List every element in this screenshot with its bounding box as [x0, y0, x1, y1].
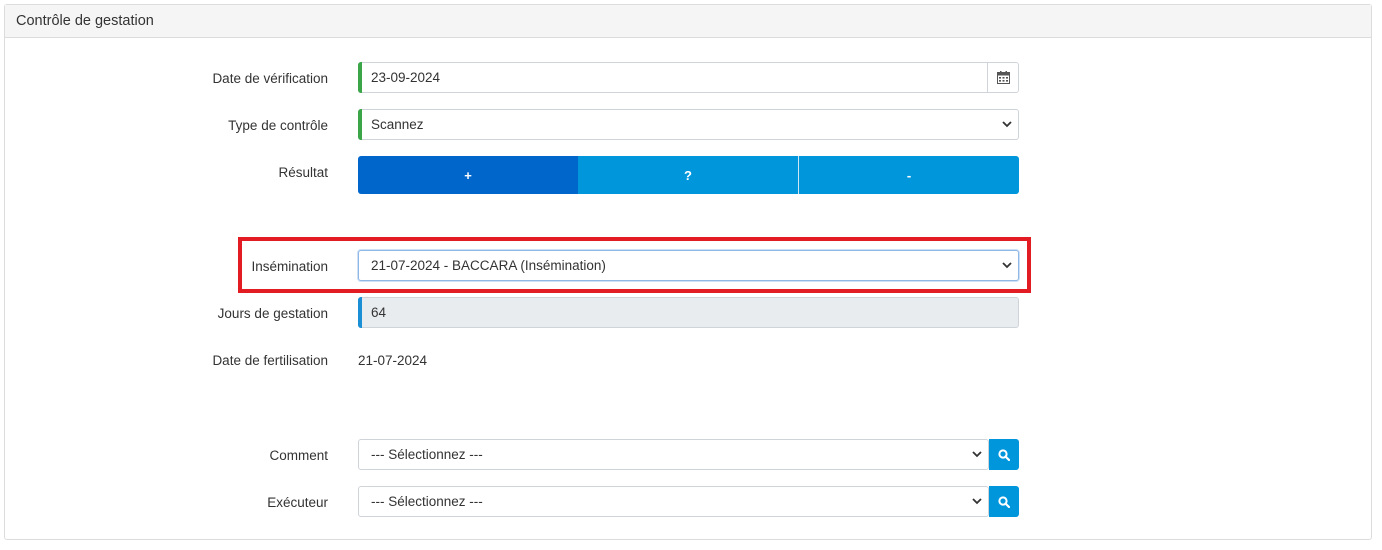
verification-date-field[interactable]: 23-09-2024	[358, 62, 1019, 93]
verification-date-value[interactable]: 23-09-2024	[359, 70, 987, 85]
comment-select[interactable]: --- Sélectionnez ---	[358, 439, 989, 470]
chevron-down-icon	[996, 119, 1018, 131]
gestation-days-label: Jours de gestation	[217, 306, 328, 321]
control-type-label: Type de contrôle	[228, 118, 328, 133]
result-button-group: + ? -	[358, 156, 1019, 194]
calendar-icon[interactable]	[987, 63, 1018, 92]
chevron-down-icon	[966, 449, 988, 461]
search-icon	[998, 495, 1010, 508]
fertilisation-date-label: Date de fertilisation	[212, 353, 328, 368]
executor-label: Exécuteur	[267, 495, 328, 510]
insemination-value: 21-07-2024 - BACCARA (Insémination)	[371, 258, 606, 273]
valid-marker	[358, 62, 362, 93]
chevron-down-icon	[966, 496, 988, 508]
result-uncertain-button[interactable]: ?	[578, 156, 798, 194]
gestation-days-field: 64	[358, 297, 1019, 328]
comment-search-button[interactable]	[989, 439, 1019, 470]
control-type-value: Scannez	[371, 117, 424, 132]
insemination-label: Insémination	[251, 259, 328, 274]
comment-value: --- Sélectionnez ---	[371, 447, 483, 462]
comment-label: Comment	[269, 448, 328, 463]
valid-marker	[358, 109, 362, 140]
gestation-days-value: 64	[371, 305, 387, 320]
insemination-select[interactable]: 21-07-2024 - BACCARA (Insémination)	[358, 250, 1019, 281]
chevron-down-icon	[996, 260, 1018, 272]
control-type-select[interactable]: Scannez	[358, 109, 1019, 140]
executor-value: --- Sélectionnez ---	[371, 494, 483, 509]
verification-date-label: Date de vérification	[212, 71, 328, 86]
result-negative-button[interactable]: -	[798, 156, 1019, 194]
panel-title: Contrôle de gestation	[5, 5, 1371, 38]
search-icon	[998, 448, 1010, 461]
fertilisation-date-value: 21-07-2024	[358, 353, 428, 368]
executor-select[interactable]: --- Sélectionnez ---	[358, 486, 989, 517]
result-positive-button[interactable]: +	[358, 156, 578, 194]
executor-search-button[interactable]	[989, 486, 1019, 517]
result-label: Résultat	[278, 165, 328, 180]
info-marker	[358, 297, 362, 328]
